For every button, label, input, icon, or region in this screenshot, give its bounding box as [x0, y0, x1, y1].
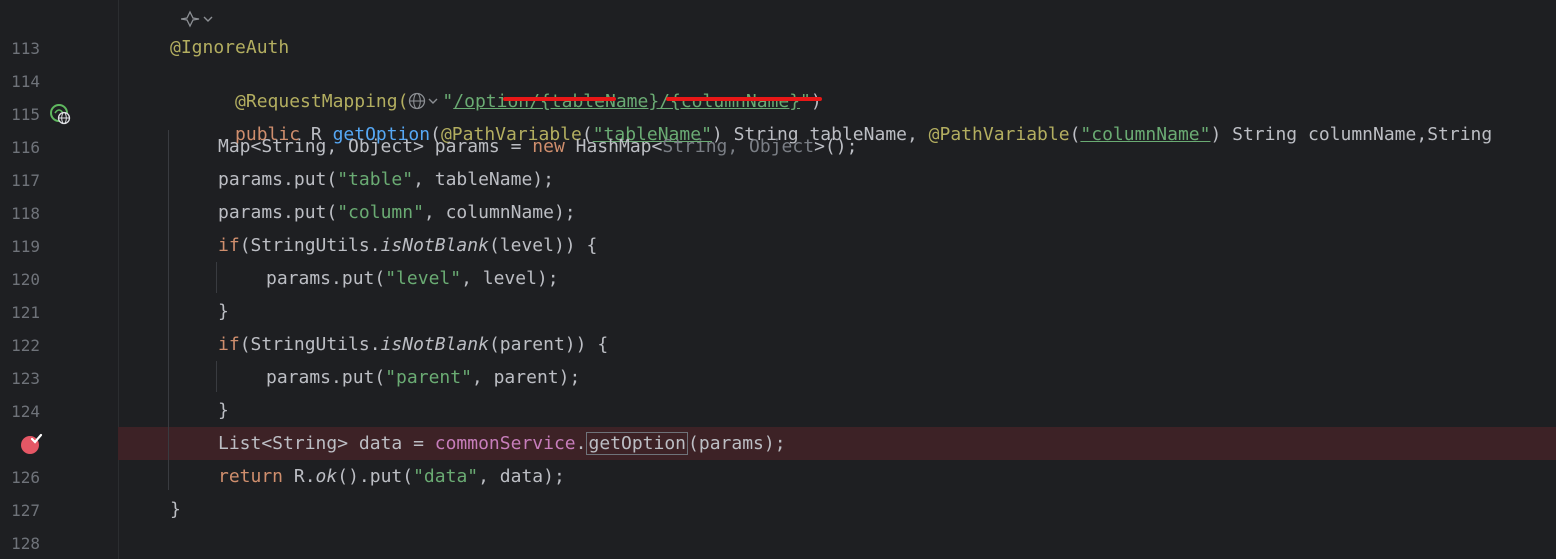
- code-line[interactable]: 123 params.put("parent", parent);: [0, 361, 1556, 394]
- line-number: 118: [11, 204, 40, 223]
- web-endpoint-icon[interactable]: [49, 103, 71, 129]
- line-number: 126: [11, 468, 40, 487]
- line-number: 115: [11, 105, 40, 124]
- code-line[interactable]: 115 public R getOption(@PathVariable("ta…: [0, 97, 1556, 145]
- line-number: 124: [11, 402, 40, 421]
- line-number: 127: [11, 501, 40, 520]
- highlighted-method-call[interactable]: getOption: [586, 432, 689, 455]
- indent-guide: [168, 130, 169, 490]
- line-number: 120: [11, 270, 40, 289]
- code-line[interactable]: 128: [0, 526, 1556, 559]
- line-number: 121: [11, 303, 40, 322]
- line-number: 128: [11, 534, 40, 553]
- code-line[interactable]: 126 return R.ok().put("data", data);: [0, 460, 1556, 493]
- indent-guide: [216, 361, 217, 392]
- line-number: 116: [11, 138, 40, 157]
- breakpoint-icon[interactable]: [19, 432, 43, 460]
- line-number: 117: [11, 171, 40, 190]
- code-line[interactable]: 116 Map<String, Object> params = new Has…: [0, 130, 1556, 163]
- code-line[interactable]: 121 }: [0, 295, 1556, 328]
- code-line[interactable]: 118 params.put("column", columnName);: [0, 196, 1556, 229]
- sparkle-icon[interactable]: [180, 10, 213, 32]
- code-editor[interactable]: 113 @IgnoreAuth 114 @RequestMapping("/op…: [0, 0, 1556, 559]
- code-line[interactable]: 119 if(StringUtils.isNotBlank(level)) {: [0, 229, 1556, 262]
- breakpoint-line[interactable]: List<String> data = commonService. getOpt…: [0, 427, 1556, 460]
- code-line[interactable]: 120 params.put("level", level);: [0, 262, 1556, 295]
- code-line[interactable]: 122 if(StringUtils.isNotBlank(parent)) {: [0, 328, 1556, 361]
- code-line[interactable]: 127 }: [0, 493, 1556, 526]
- line-number: 122: [11, 336, 40, 355]
- code-line[interactable]: 124 }: [0, 394, 1556, 427]
- line-number: 123: [11, 369, 40, 388]
- indent-guide: [216, 262, 217, 293]
- line-number: 113: [11, 39, 40, 58]
- code-line[interactable]: 114 @RequestMapping("/option/{tableName}…: [0, 64, 1556, 112]
- annotation-ignoreauth: @IgnoreAuth: [170, 37, 290, 58]
- code-line[interactable]: 117 params.put("table", tableName);: [0, 163, 1556, 196]
- code-line[interactable]: 113 @IgnoreAuth: [0, 31, 1556, 64]
- line-number: 119: [11, 237, 40, 256]
- line-number: 114: [11, 72, 40, 91]
